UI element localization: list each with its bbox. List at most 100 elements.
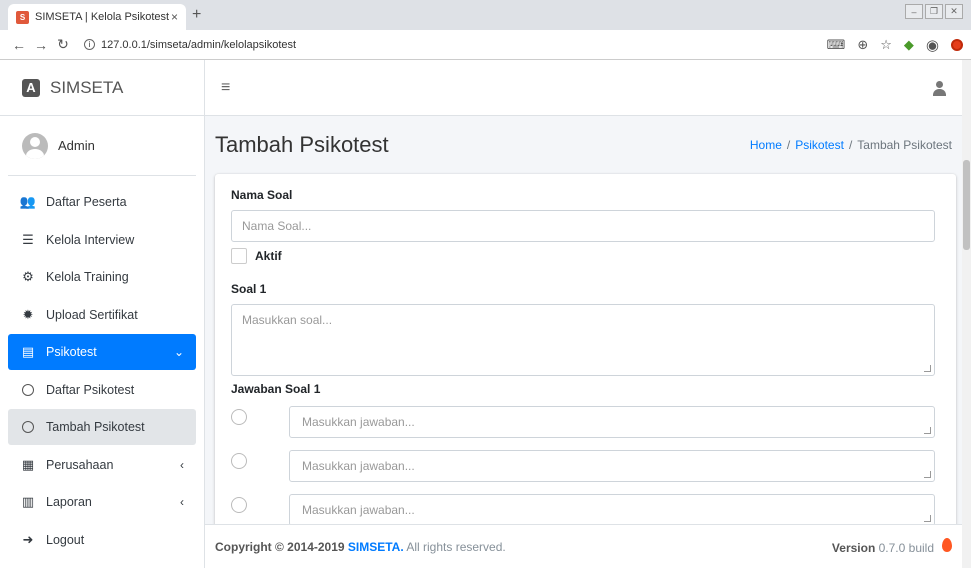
- circle-icon: [20, 421, 36, 433]
- sidebar-item-label: Daftar Psikotest: [46, 382, 135, 397]
- close-window-icon[interactable]: ✕: [945, 4, 963, 19]
- brand-logo-icon: A: [22, 78, 40, 97]
- sidebar-item-daftar-peserta[interactable]: 👥 Daftar Peserta: [8, 184, 196, 220]
- sign-out-icon: ➜: [22, 531, 34, 547]
- sidebar-item-laporan[interactable]: ▥ Laporan ‹: [8, 484, 196, 520]
- user-panel[interactable]: Admin: [8, 116, 196, 176]
- avatar: [22, 132, 48, 159]
- scrollbar-thumb[interactable]: [963, 160, 970, 250]
- nama-soal-label: Nama Soal: [231, 188, 293, 202]
- flame-icon: [942, 538, 952, 552]
- username: Admin: [58, 138, 95, 153]
- soal1-textarea[interactable]: Masukkan soal...: [231, 304, 935, 376]
- users-icon: 👥: [19, 194, 37, 209]
- sidebar-menu: 👥 Daftar Peserta ☰ Kelola Interview ⚙ Ke…: [0, 184, 204, 558]
- footer: Copyright © 2014-2019 SIMSETA. All right…: [205, 524, 962, 568]
- aktif-label: Aktif: [255, 249, 282, 263]
- version-value: 0.7.0 build: [875, 541, 934, 555]
- answer-radio[interactable]: [231, 409, 247, 425]
- answer-input[interactable]: Masukkan jawaban...: [289, 494, 935, 526]
- chevron-left-icon: ‹: [180, 495, 184, 509]
- opera-icon[interactable]: [951, 38, 963, 51]
- page-scrollbar[interactable]: [962, 60, 971, 568]
- nama-soal-input[interactable]: Nama Soal...: [231, 210, 935, 242]
- answer-row: Masukkan jawaban...: [231, 406, 940, 438]
- version-label: Version: [831, 541, 876, 555]
- browser-tab[interactable]: S SIMSETA | Kelola Psikotest ×: [8, 4, 186, 30]
- breadcrumb-home[interactable]: Home: [750, 138, 782, 152]
- answer-row: Masukkan jawaban...: [231, 494, 940, 526]
- favicon-icon: S: [16, 10, 29, 24]
- breadcrumb: Home / Psikotest / Tambah Psikotest: [749, 138, 952, 152]
- sidebar-item-label: Laporan: [46, 495, 92, 509]
- hamburger-icon[interactable]: ≡: [221, 79, 230, 97]
- version: Version 0.7.0 build: [832, 538, 952, 555]
- tab-close-icon[interactable]: ×: [171, 10, 178, 24]
- file-icon: ▤: [21, 344, 35, 359]
- sidebar-item-psikotest[interactable]: ▤ Psikotest ⌄: [8, 334, 196, 370]
- breadcrumb-current: Tambah Psikotest: [857, 138, 952, 152]
- user-icon[interactable]: [932, 80, 946, 96]
- sidebar-item-daftar-psikotest[interactable]: Daftar Psikotest: [8, 372, 196, 408]
- browser-extensions: ⌨ ⊕ ☆ ◆ ◉: [827, 36, 963, 54]
- url-field[interactable]: i 127.0.0.1/simseta/admin/kelolapsikotes…: [84, 39, 827, 51]
- bookmark-star-icon[interactable]: ☆: [880, 37, 892, 53]
- aktif-checkbox[interactable]: [231, 248, 247, 264]
- aktif-row: Aktif: [231, 248, 940, 264]
- sidebar-item-label: Upload Sertifikat: [46, 307, 138, 322]
- translate-icon[interactable]: ⌨: [827, 37, 846, 53]
- sidebar-item-label: Tambah Psikotest: [46, 420, 145, 434]
- sidebar-item-logout[interactable]: ➜ Logout: [8, 522, 196, 558]
- footer-brand-link[interactable]: SIMSETA.: [348, 540, 404, 554]
- page-title: Tambah Psikotest: [215, 132, 389, 157]
- soal1-label: Soal 1: [231, 282, 267, 296]
- sidebar-item-label: Logout: [46, 532, 85, 547]
- top-navbar: ≡: [205, 60, 962, 116]
- answer-radio[interactable]: [231, 453, 247, 469]
- sidebar-item-upload-sertifikat[interactable]: ✹ Upload Sertifikat: [8, 297, 196, 333]
- copyright-prefix: Copyright © 2014-2019: [215, 539, 348, 554]
- forward-icon[interactable]: →: [30, 37, 52, 53]
- answer-radio[interactable]: [231, 497, 247, 513]
- sidebar-item-label: Kelola Training: [46, 270, 129, 284]
- breadcrumb-psikotest[interactable]: Psikotest: [795, 138, 844, 152]
- content-header: Tambah Psikotest Home / Psikotest / Tambah P…: [205, 116, 962, 174]
- chevron-down-icon: ⌄: [173, 345, 184, 359]
- brand-name: SIMSETA: [50, 77, 124, 97]
- reload-icon[interactable]: ↻: [52, 36, 74, 53]
- answer-input[interactable]: Masukkan jawaban...: [289, 406, 935, 438]
- restore-icon[interactable]: ❐: [925, 4, 943, 19]
- sidebar-item-label: Daftar Peserta: [46, 195, 127, 209]
- list-icon: ☰: [22, 231, 34, 247]
- sidebar-item-label: Kelola Interview: [46, 232, 135, 247]
- answer-input[interactable]: Masukkan jawaban...: [289, 450, 935, 482]
- sidebar-item-perusahaan[interactable]: ▦ Perusahaan ‹: [8, 447, 196, 483]
- info-icon[interactable]: i: [84, 39, 95, 50]
- sidebar-item-kelola-training[interactable]: ⚙ Kelola Training: [8, 259, 196, 295]
- brand[interactable]: A SIMSETA: [0, 60, 204, 116]
- copyright-suffix: All rights reserved.: [403, 539, 506, 554]
- answer-row: Masukkan jawaban...: [231, 450, 940, 482]
- sidebar: A SIMSETA Admin 👥 Daftar Peserta ☰ Kelol…: [0, 60, 205, 568]
- minimize-icon[interactable]: –: [905, 4, 923, 19]
- profile-icon[interactable]: ◉: [926, 36, 939, 54]
- building-icon: ▦: [21, 456, 35, 472]
- sidebar-item-label: Perusahaan: [46, 457, 114, 472]
- sidebar-item-tambah-psikotest[interactable]: Tambah Psikotest: [8, 409, 196, 445]
- tab-title: SIMSETA | Kelola Psikotest: [35, 11, 170, 23]
- main-content: ≡ Tambah Psikotest Home / Psikotest / Tambah…: [205, 60, 962, 568]
- form-card: Nama Soal Nama Soal... Aktif Soal 1 Masu…: [215, 174, 956, 534]
- window-controls: – ❐ ✕: [905, 4, 963, 19]
- zoom-icon[interactable]: ⊕: [857, 37, 868, 53]
- certificate-icon: ✹: [22, 306, 34, 322]
- new-tab-button[interactable]: +: [192, 6, 201, 24]
- extension-icon[interactable]: ◆: [904, 37, 914, 53]
- sidebar-item-kelola-interview[interactable]: ☰ Kelola Interview: [8, 222, 196, 258]
- browser-tab-bar: S SIMSETA | Kelola Psikotest × + – ❐ ✕: [0, 0, 971, 30]
- jawaban1-label: Jawaban Soal 1: [231, 382, 321, 396]
- back-icon[interactable]: ←: [8, 37, 30, 53]
- file-alt-icon: ▥: [21, 494, 35, 509]
- url-text: 127.0.0.1/simseta/admin/kelolapsikotest: [101, 38, 297, 51]
- sidebar-item-label: Psikotest: [46, 345, 97, 359]
- address-bar: ← → ↻ i 127.0.0.1/simseta/admin/kelolaps…: [0, 30, 971, 60]
